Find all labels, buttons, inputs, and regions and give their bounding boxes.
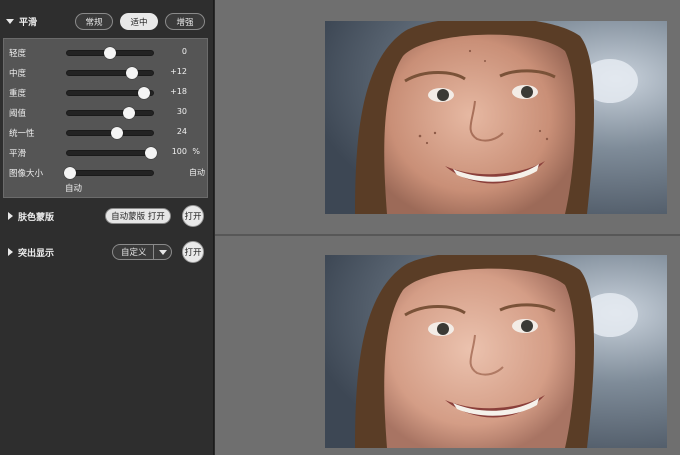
slider-row-threshold: 阈值 30 [4,105,209,119]
preview-divider[interactable] [215,234,680,236]
slider-row-smooth: 平滑 100 % [4,145,209,159]
collapse-triangle-icon[interactable] [8,212,13,220]
slider-track[interactable] [63,167,154,179]
slider-value: 24 [176,127,187,136]
highlight-section-title: 突出显示 [18,248,55,259]
slider-thumb[interactable] [138,87,151,99]
slider-label: 中度 [9,69,27,79]
preset-enhanced-button[interactable]: 增强 [165,13,205,30]
slider-track[interactable] [66,67,154,79]
slider-row-uniformity: 统一性 24 [4,125,209,139]
slider-row-image-size: 图像大小 自动 [4,165,209,179]
preset-normal-button[interactable]: 常规 [75,13,113,30]
slider-row-heavy: 重度 +18 [4,85,209,99]
smooth-section-title: 平滑 [19,17,38,28]
slider-thumb[interactable] [110,127,123,139]
highlight-toggle-button[interactable]: 打开 [182,241,204,263]
after-preview-image[interactable] [325,255,667,448]
slider-thumb[interactable] [126,67,139,79]
settings-panel: 平滑 常规 适中 增强 轻度 0 中度 +12 重度 +18 阈值 30 统一性… [0,0,214,455]
slider-label: 阈值 [9,109,27,119]
slider-unit: % [192,147,200,156]
slider-row-light: 轻度 0 [4,45,209,59]
slider-label: 重度 [9,89,27,99]
slider-thumb[interactable] [122,107,135,119]
dropdown-value: 自定义 [121,248,147,258]
slider-label: 平滑 [9,149,27,159]
slider-value: +12 [170,67,187,76]
slider-value: 自动 [189,168,205,177]
slider-track[interactable] [66,47,154,59]
smooth-sliders-box: 轻度 0 中度 +12 重度 +18 阈值 30 统一性 24 平滑 100 %… [3,38,208,198]
preview-area [215,0,680,455]
before-preview-image[interactable] [325,21,667,214]
dropdown-separator [153,245,154,259]
auto-mask-button[interactable]: 自动蒙版 打开 [105,208,171,224]
slider-label: 统一性 [9,129,35,139]
slider-value: 100 [171,147,187,156]
slider-value: 0 [181,47,187,56]
slider-track[interactable] [66,127,154,139]
slider-thumb[interactable] [63,167,76,179]
slider-track[interactable] [66,147,158,159]
slider-row-medium: 中度 +12 [4,65,209,79]
slider-label: 图像大小 [9,169,44,179]
skin-mask-toggle-button[interactable]: 打开 [182,205,204,227]
slider-track[interactable] [66,107,154,119]
slider-value: +18 [170,87,187,96]
highlight-mode-dropdown[interactable]: 自定义 [112,244,172,260]
collapse-triangle-icon[interactable] [8,248,13,256]
slider-thumb[interactable] [145,147,158,159]
slider-thumb[interactable] [104,47,116,59]
preset-moderate-button[interactable]: 适中 [120,13,158,30]
chevron-down-icon[interactable] [159,249,167,255]
slider-track[interactable] [66,87,154,99]
expand-triangle-icon[interactable] [6,18,14,24]
slider-label: 轻度 [9,49,27,59]
skin-mask-section-title: 肤色蒙版 [18,212,55,223]
image-size-auto-label: 自动 [65,184,83,194]
slider-value: 30 [176,107,187,116]
